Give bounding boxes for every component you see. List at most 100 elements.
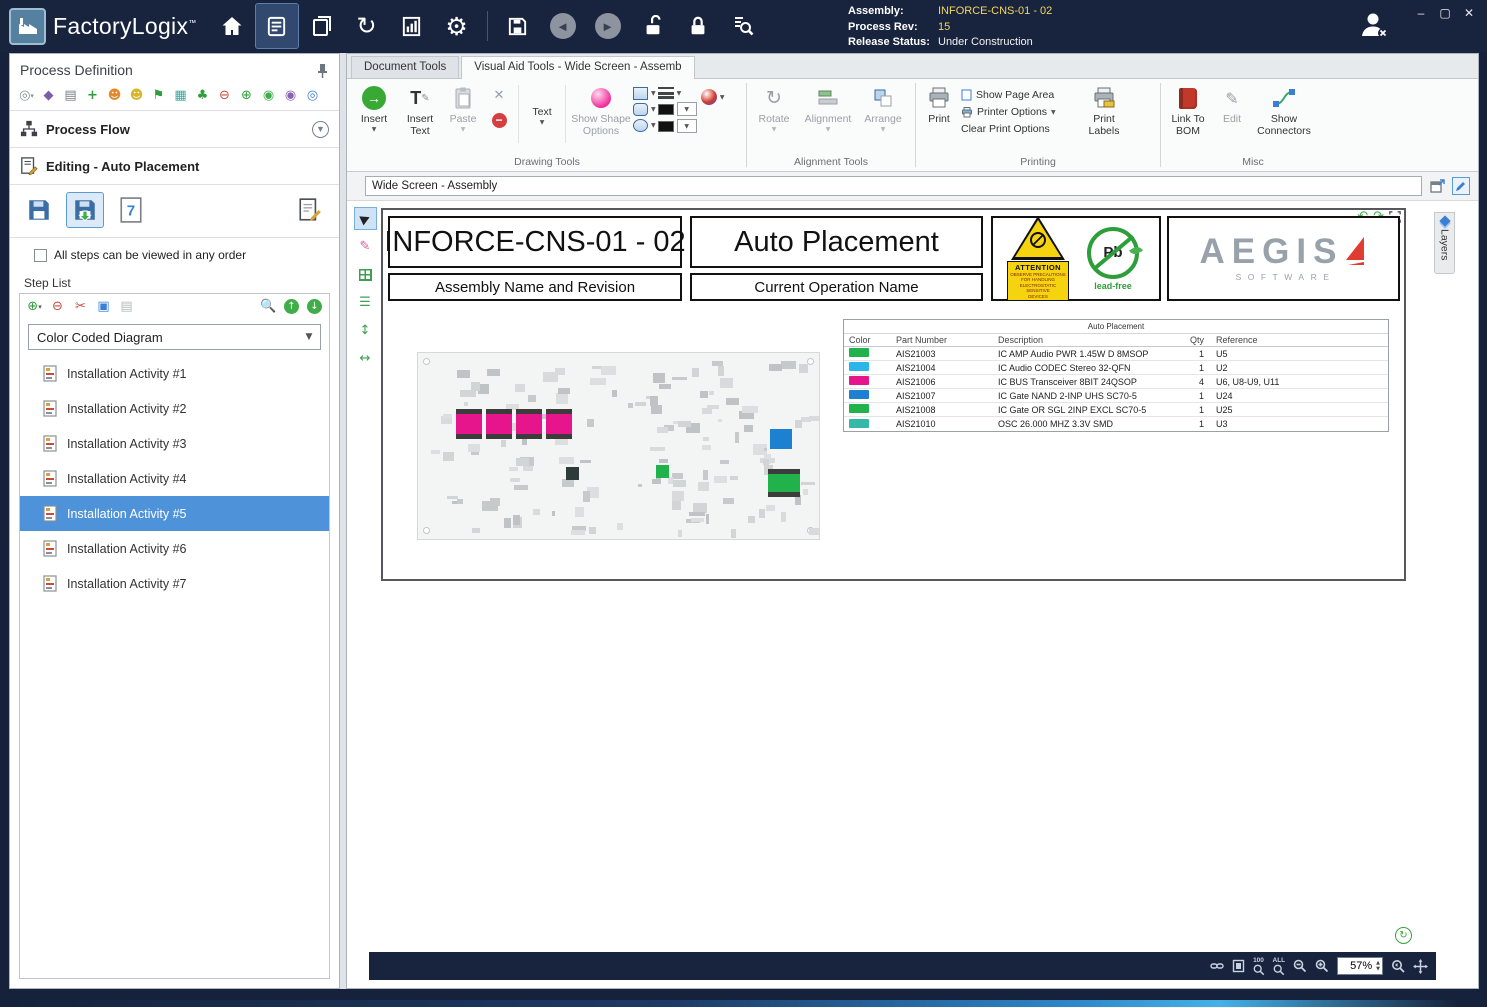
show-shape-options-button[interactable]: Show Shape Options xyxy=(571,82,631,137)
zoom-out-button[interactable] xyxy=(1293,959,1307,973)
lock-button[interactable] xyxy=(677,4,719,48)
move-down-icon[interactable]: ↓ xyxy=(306,298,323,315)
arrange-button[interactable]: Arrange ▼ xyxy=(858,82,908,133)
text-button[interactable]: Text ▼ xyxy=(524,82,560,126)
maximize-button[interactable]: ▢ xyxy=(1437,6,1453,20)
zoom-spinner[interactable]: ▲▼ xyxy=(1374,960,1382,972)
forward-button[interactable]: ► xyxy=(587,4,629,48)
remove-shape-icon[interactable]: − xyxy=(492,111,507,129)
step-list-item[interactable]: Installation Activity #5 xyxy=(20,496,329,531)
clear-print-options-button[interactable]: Clear Print Options xyxy=(961,123,1079,135)
print-labels-button[interactable]: Print Labels xyxy=(1081,82,1127,137)
symbols-box[interactable]: ATTENTION OBSERVE PRECAUTIONS FOR HANDLI… xyxy=(991,216,1161,301)
parts-table-row[interactable]: AIS21010 OSC 26.000 MHZ 3.3V SMD 1 U3 xyxy=(844,417,1388,431)
record-purple-icon[interactable]: ◉ xyxy=(282,87,299,104)
back-button[interactable]: ◄ xyxy=(542,4,584,48)
add-node-icon[interactable]: + xyxy=(84,87,101,104)
add-step-icon[interactable]: ⊕ xyxy=(238,87,255,104)
diagram-selector[interactable]: Color Coded Diagram ▼ xyxy=(28,324,321,350)
process-flow-item[interactable]: Process Flow ▼ xyxy=(10,111,339,148)
fill-color-dropdown[interactable]: ▼ xyxy=(677,119,697,133)
parts-table-row[interactable]: AIS21004 IC Audio CODEC Stereo 32-QFN 1 … xyxy=(844,361,1388,375)
step-list-item[interactable]: Installation Activity #3 xyxy=(20,426,329,461)
add-activity-icon[interactable]: ⊕▾ xyxy=(26,298,43,315)
user-orange-icon[interactable]: ☻ xyxy=(106,87,123,104)
delete-activity-icon[interactable]: ⊖ xyxy=(49,298,66,315)
line-color-dropdown[interactable]: ▼ xyxy=(677,102,697,116)
fill-color-tool[interactable]: ▼ xyxy=(658,119,697,133)
close-button[interactable]: ✕ xyxy=(1461,6,1477,20)
previous-zoom-button[interactable] xyxy=(1391,959,1405,973)
edit-document-button[interactable] xyxy=(1452,177,1470,195)
traveler-button[interactable] xyxy=(301,4,343,48)
operation-caption-box[interactable]: Current Operation Name xyxy=(690,273,983,301)
remove-step-icon[interactable]: ⊖ xyxy=(216,87,233,104)
print-icon[interactable]: ▤ xyxy=(62,87,79,104)
delete-shape-icon[interactable]: ✕ xyxy=(494,88,505,103)
dispatch-button[interactable]: ↻ xyxy=(346,4,388,48)
audit-trail-button[interactable] xyxy=(722,4,764,48)
edit-button[interactable]: ✎ Edit xyxy=(1214,82,1250,125)
settings-button[interactable]: ⚙ xyxy=(436,4,478,48)
navigate-icon[interactable]: ◆ xyxy=(40,87,57,104)
paste-button[interactable]: Paste ▼ xyxy=(443,82,483,133)
process-definition-button[interactable] xyxy=(256,4,298,48)
parts-table-row[interactable]: AIS21006 IC BUS Transceiver 8BIT 24QSOP … xyxy=(844,375,1388,389)
step-list-item[interactable]: Installation Activity #7 xyxy=(20,566,329,601)
rounded-rectangle-tool[interactable]: ▼ xyxy=(633,103,656,116)
pan-button[interactable] xyxy=(1413,959,1428,974)
cut-icon[interactable]: ✂ xyxy=(72,298,89,315)
zoom-all-button[interactable]: ALL xyxy=(1273,957,1286,976)
distribute-horizontal-tool[interactable]: ↔ xyxy=(355,348,376,369)
alignment-button[interactable]: Alignment ▼ xyxy=(800,82,856,133)
operation-title-box[interactable]: Auto Placement xyxy=(690,216,983,268)
step-list-item[interactable]: Installation Activity #4 xyxy=(20,461,329,496)
zoom-100-button[interactable]: 100 xyxy=(1253,957,1265,976)
step-list-item[interactable]: Installation Activity #2 xyxy=(20,391,329,426)
move-up-icon[interactable]: ↑ xyxy=(283,298,300,315)
zoom-steps-icon[interactable]: 🔍 xyxy=(260,298,277,315)
line-style-tool[interactable]: ▼ xyxy=(658,87,697,99)
logo-box[interactable]: AEGIS SOFTWARE xyxy=(1167,216,1400,301)
order-checkbox[interactable] xyxy=(34,249,47,262)
edit-form-button[interactable] xyxy=(291,192,329,228)
link-icon[interactable] xyxy=(1210,959,1224,973)
tab-visual-aid-tools[interactable]: Visual Aid Tools - Wide Screen - Assemb xyxy=(461,56,694,79)
zoom-in-button[interactable] xyxy=(1315,959,1329,973)
document-title-input[interactable] xyxy=(365,176,1422,196)
save-button[interactable] xyxy=(497,4,539,48)
unlock-button[interactable] xyxy=(632,4,674,48)
step-list-item[interactable]: Installation Activity #1 xyxy=(20,356,329,391)
save-step-button[interactable] xyxy=(20,192,58,228)
line-color-tool[interactable]: ▼ xyxy=(658,102,697,116)
copy-icon[interactable]: ▣ xyxy=(95,298,112,315)
rotate-button[interactable]: ↻ Rotate ▼ xyxy=(750,82,798,133)
logout-user-button[interactable] xyxy=(1357,8,1391,42)
assembly-title-box[interactable]: INFORCE-CNS-01 - 02 xyxy=(388,216,682,268)
refresh-button[interactable]: ↻ xyxy=(1395,927,1412,944)
parts-table-row[interactable]: AIS21003 IC AMP Audio PWR 1.45W D 8MSOP … xyxy=(844,347,1388,361)
menu-dropdown-icon[interactable]: ◎▾ xyxy=(18,87,35,104)
fit-page-icon[interactable] xyxy=(1232,959,1245,973)
tab-document-tools[interactable]: Document Tools xyxy=(351,56,459,78)
pcb-board[interactable] xyxy=(417,352,820,540)
pin-icon[interactable] xyxy=(316,63,329,78)
user-yellow-icon[interactable]: ☻ xyxy=(128,87,145,104)
collapse-chevron-icon[interactable]: ▼ xyxy=(312,121,329,138)
home-button[interactable] xyxy=(211,4,253,48)
reports-button[interactable] xyxy=(391,4,433,48)
show-connectors-button[interactable]: Show Connectors xyxy=(1252,82,1316,137)
assembly-caption-box[interactable]: Assembly Name and Revision xyxy=(388,273,682,301)
ellipse-tool[interactable]: ▼ xyxy=(633,119,656,132)
open-in-window-button[interactable] xyxy=(1428,177,1446,195)
distribute-vertical-tool[interactable]: ↕ xyxy=(355,320,376,341)
flag-icon[interactable]: ⚑ xyxy=(150,87,167,104)
paste-step-icon[interactable]: ▤ xyxy=(118,298,135,315)
select-tool[interactable] xyxy=(355,208,376,229)
print-button[interactable]: Print xyxy=(919,82,959,125)
layers-tab[interactable]: Layers xyxy=(1434,212,1455,274)
show-page-area-button[interactable]: Show Page Area xyxy=(961,89,1079,101)
visual-aid-page[interactable]: ↶ ↷ INFORCE-CNS-01 - 02 Assembly Name an… xyxy=(381,208,1406,581)
insert-text-button[interactable]: T✎ Insert Text xyxy=(399,82,441,137)
insert-button[interactable]: → Insert ▼ xyxy=(351,82,397,133)
